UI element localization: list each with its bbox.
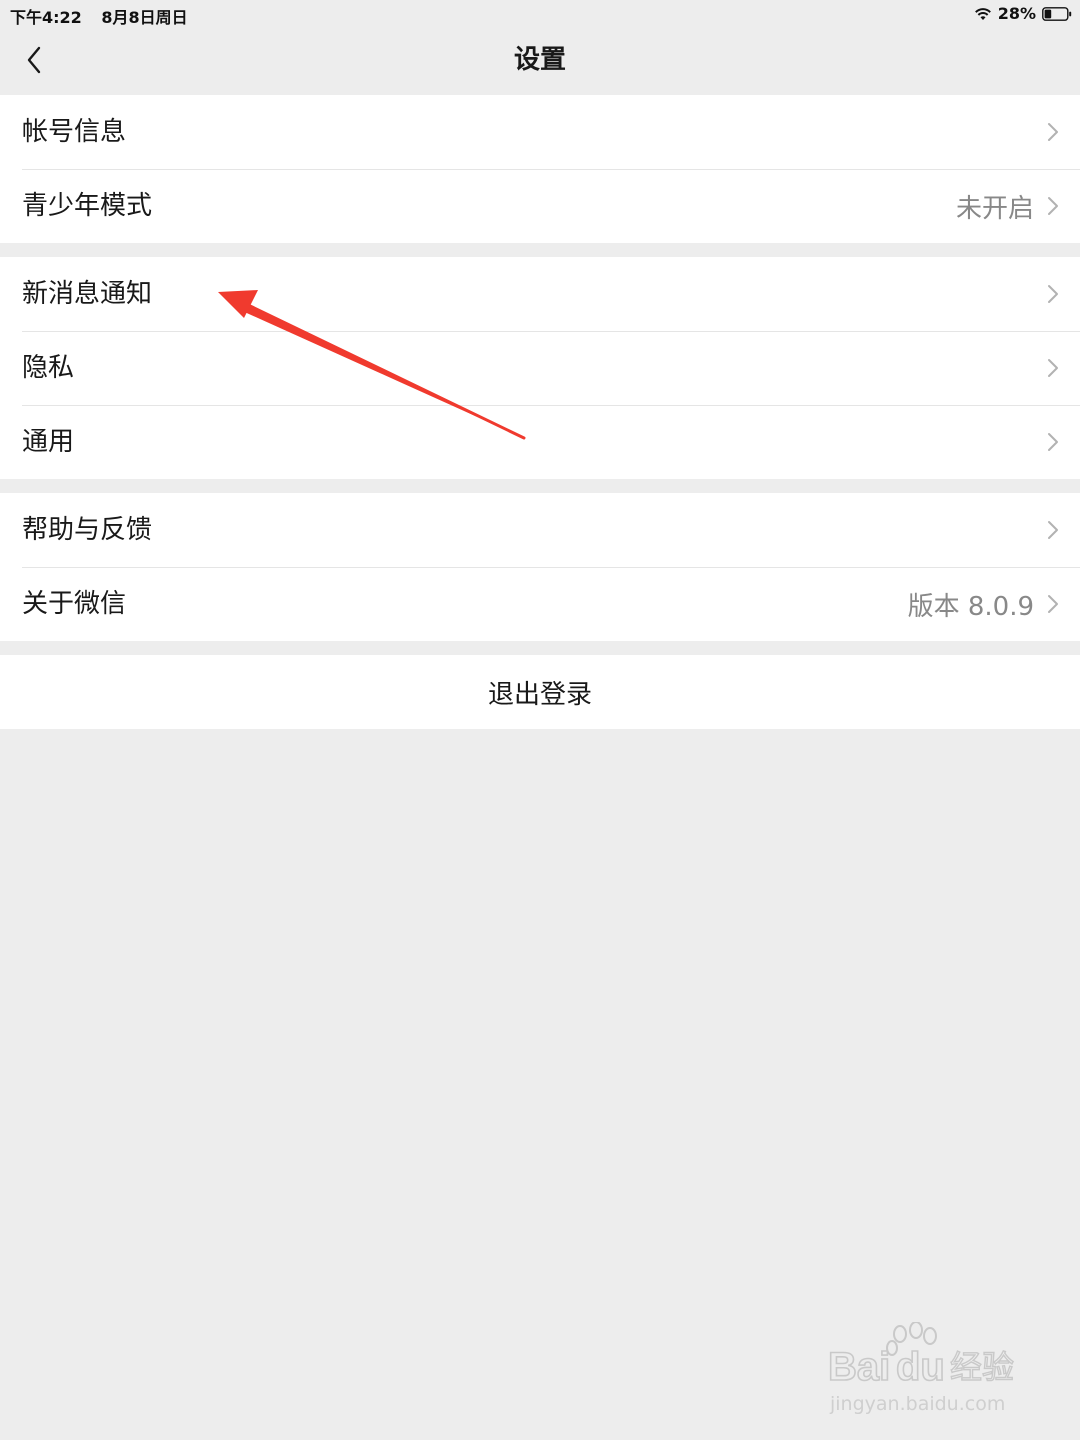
settings-row-about-wechat[interactable]: 关于微信 版本 8.0.9 — [0, 567, 1080, 641]
battery-percent: 28% — [997, 4, 1036, 23]
row-label: 通用 — [22, 427, 75, 457]
page-title: 设置 — [513, 45, 566, 75]
settings-row-account-info[interactable]: 帐号信息 — [0, 95, 1080, 169]
chevron-right-icon — [1048, 197, 1058, 215]
svg-text:经验: 经验 — [950, 1348, 1014, 1386]
status-date: 8月8日周日 — [101, 8, 188, 27]
row-value: 版本 8.0.9 — [907, 591, 1034, 622]
row-label: 新消息通知 — [22, 279, 153, 309]
row-right: 版本 8.0.9 — [908, 586, 1060, 623]
chevron-right-icon — [1048, 595, 1058, 613]
settings-row-teen-mode[interactable]: 青少年模式 未开启 — [0, 169, 1080, 243]
settings-row-notifications[interactable]: 新消息通知 — [0, 257, 1080, 331]
logout-button[interactable]: 退出登录 — [0, 655, 1080, 729]
chevron-right-icon — [1048, 285, 1058, 303]
baidu-jingyan-watermark-logo: Bai du 经验 jingyan.baidu.com — [827, 1322, 1015, 1415]
row-right — [1034, 357, 1060, 379]
row-label: 隐私 — [22, 353, 75, 383]
row-label: 关于微信 — [22, 589, 127, 619]
chevron-right-icon — [1048, 123, 1058, 141]
wifi-icon — [974, 7, 991, 20]
settings-row-help-feedback[interactable]: 帮助与反馈 — [0, 493, 1080, 567]
row-right — [1034, 121, 1060, 143]
svg-text:Bai: Bai — [828, 1345, 890, 1389]
settings-group-preferences: 新消息通知 隐私 通用 — [0, 257, 1080, 479]
row-right — [1034, 519, 1060, 541]
settings-row-privacy[interactable]: 隐私 — [0, 331, 1080, 405]
row-right: 未开启 — [956, 188, 1060, 225]
settings-group-account: 帐号信息 青少年模式 未开启 — [0, 95, 1080, 243]
battery-icon — [1042, 6, 1072, 21]
row-label: 帮助与反馈 — [22, 515, 153, 545]
row-label: 帐号信息 — [22, 117, 127, 147]
chevron-right-icon — [1048, 521, 1058, 539]
status-bar: 下午4:22 8月8日周日 28% — [0, 0, 1080, 28]
chevron-right-icon — [1048, 433, 1058, 451]
row-right — [1034, 431, 1060, 453]
svg-text:du: du — [896, 1345, 945, 1389]
svg-text:jingyan.baidu.com: jingyan.baidu.com — [829, 1393, 1005, 1415]
status-right: 28% — [974, 4, 1072, 23]
status-time: 下午4:22 — [10, 8, 82, 27]
settings-row-general[interactable]: 通用 — [0, 405, 1080, 479]
row-value: 未开启 — [955, 193, 1034, 224]
logout-group: 退出登录 — [0, 655, 1080, 729]
row-label: 青少年模式 — [22, 191, 153, 221]
row-right — [1034, 283, 1060, 305]
nav-bar: 设置 — [0, 28, 1080, 94]
status-left: 下午4:22 8月8日周日 — [10, 4, 202, 28]
settings-group-about: 帮助与反馈 关于微信 版本 8.0.9 — [0, 493, 1080, 641]
chevron-right-icon — [1048, 359, 1058, 377]
